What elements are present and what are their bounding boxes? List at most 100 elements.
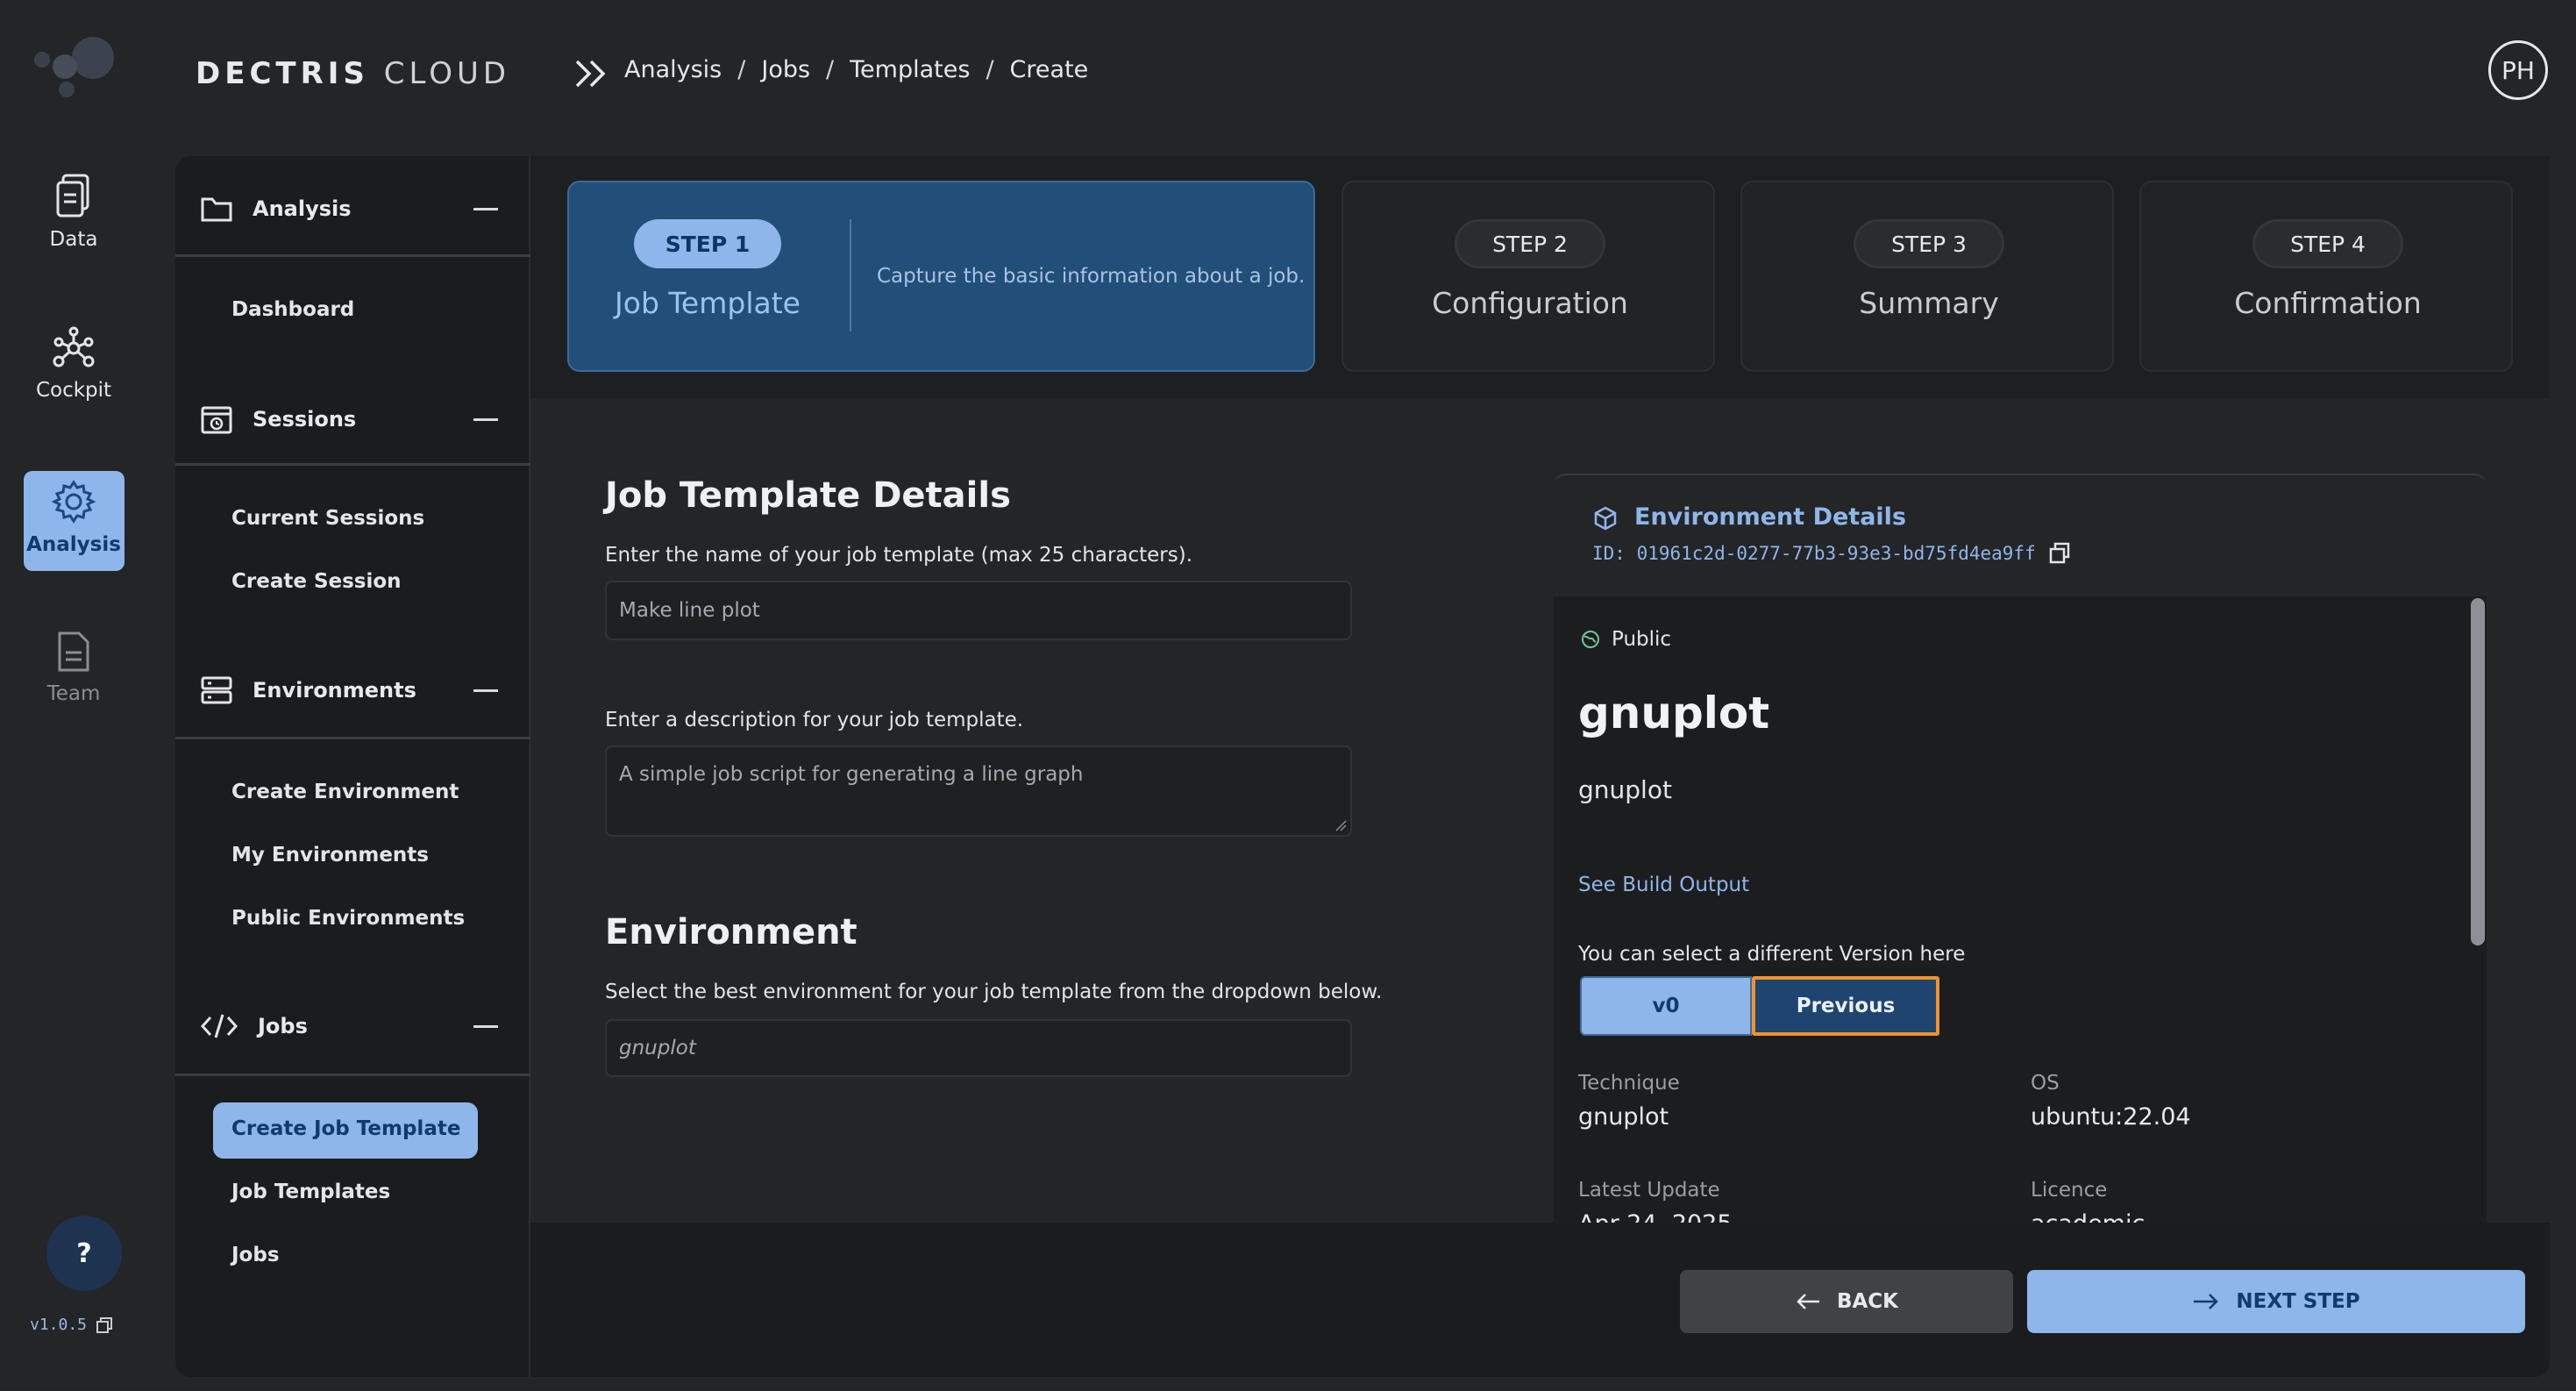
step-pill-1: STEP 1	[634, 219, 781, 268]
step-title-1: Job Template	[615, 286, 801, 320]
sidebar-section-jobs[interactable]: Jobs	[200, 1012, 498, 1040]
sidebar-item-job-templates[interactable]: Job Templates	[231, 1181, 390, 1203]
section-divider	[175, 1074, 530, 1076]
rail-label-cockpit: Cockpit	[35, 379, 112, 402]
arrow-right-icon	[2192, 1291, 2220, 1312]
code-icon	[200, 1012, 238, 1040]
breadcrumb-separator: /	[986, 56, 994, 83]
latest-update-label: Latest Update	[1578, 1179, 1720, 1202]
collapse-icon[interactable]	[473, 1024, 498, 1028]
template-description-value: A simple job script for generating a lin…	[619, 763, 1084, 786]
environment-scrollbar[interactable]	[2471, 598, 2485, 945]
job-template-details-heading: Job Template Details	[605, 475, 1011, 516]
sidebar-item-create-job-template-label[interactable]: Create Job Template	[231, 1117, 460, 1140]
sidebar-section-title: Environments	[253, 678, 416, 703]
breadcrumb-analysis[interactable]: Analysis	[624, 56, 722, 83]
next-step-label: NEXT STEP	[2236, 1290, 2360, 1313]
rail-item-analysis-content[interactable]: Analysis	[0, 479, 147, 556]
sidebar-item-create-session[interactable]: Create Session	[231, 570, 402, 593]
step-card-1[interactable]: STEP 1 Job Template Capture the basic in…	[567, 181, 1315, 372]
licence-label: Licence	[2031, 1179, 2108, 1202]
environment-id-text: ID: 01961c2d-0277-77b3-93e3-bd75fd4ea9ff	[1592, 543, 2036, 564]
help-button[interactable]: ?	[46, 1216, 122, 1291]
back-button[interactable]: BACK	[1680, 1270, 2013, 1333]
breadcrumb: Analysis / Jobs / Templates / Create	[624, 56, 1088, 83]
collapse-icon[interactable]	[473, 417, 498, 421]
collapse-icon[interactable]	[473, 207, 498, 210]
step-card-3[interactable]: STEP 3 Summary	[1740, 181, 2114, 372]
environment-name: gnuplot	[1578, 688, 1770, 738]
section-divider	[175, 254, 530, 257]
sidebar-item-jobs[interactable]: Jobs	[231, 1244, 280, 1266]
version-v0-button[interactable]: v0	[1580, 976, 1752, 1036]
calendar-clock-icon	[200, 403, 233, 435]
environment-select[interactable]: gnuplot	[605, 1019, 1352, 1077]
environment-heading: Environment	[605, 912, 857, 952]
rail-item-team[interactable]: Team	[0, 630, 147, 705]
step-card-4[interactable]: STEP 4 Confirmation	[2139, 181, 2513, 372]
sidebar-section-analysis[interactable]: Analysis	[200, 195, 498, 223]
step-pill-2: STEP 2	[1455, 219, 1605, 268]
rail-label-analysis: Analysis	[26, 533, 121, 556]
document-icon	[54, 174, 93, 219]
brand-logo[interactable]: DECTRIS CLOUD	[196, 56, 510, 91]
technique-label: Technique	[1578, 1072, 1680, 1095]
environment-select-label: Select the best environment for your job…	[605, 981, 1383, 1003]
os-label: OS	[2031, 1072, 2060, 1095]
version-previous-button[interactable]: Previous	[1752, 976, 1939, 1036]
sidebar-section-sessions[interactable]: Sessions	[200, 403, 498, 435]
sidebar-item-public-environments[interactable]: Public Environments	[231, 907, 465, 930]
rail-item-data[interactable]: Data	[0, 174, 147, 251]
breadcrumb-jobs[interactable]: Jobs	[761, 56, 810, 83]
sidebar-item-create-environment[interactable]: Create Environment	[231, 781, 459, 803]
environment-subtitle: gnuplot	[1578, 775, 1672, 804]
rail-label-team: Team	[46, 682, 101, 705]
breadcrumb-separator: /	[737, 56, 746, 83]
environment-id: ID: 01961c2d-0277-77b3-93e3-bd75fd4ea9ff	[1592, 542, 2071, 565]
next-step-button[interactable]: NEXT STEP	[2027, 1270, 2525, 1333]
back-label: BACK	[1836, 1290, 1899, 1313]
sidebar-item-my-environments[interactable]: My Environments	[231, 844, 429, 867]
section-divider	[175, 737, 530, 739]
template-name-value: Make line plot	[619, 599, 760, 622]
brand-main: DECTRIS	[196, 56, 369, 91]
step-pill-3: STEP 3	[1854, 219, 2004, 268]
breadcrumb-templates[interactable]: Templates	[850, 56, 970, 83]
visibility-text: Public	[1612, 628, 1672, 651]
collapse-icon[interactable]	[473, 688, 498, 692]
sidebar-section-title: Analysis	[253, 196, 352, 221]
arrow-left-icon	[1795, 1291, 1821, 1312]
environment-select-value: gnuplot	[619, 1037, 696, 1059]
template-name-label: Enter the name of your job template (max…	[605, 544, 1193, 567]
os-value: ubuntu:22.04	[2031, 1103, 2191, 1131]
step-card-2[interactable]: STEP 2 Configuration	[1341, 181, 1715, 372]
sidebar-item-dashboard[interactable]: Dashboard	[231, 298, 354, 321]
sidebar-section-title: Sessions	[253, 407, 357, 432]
step-divider	[850, 219, 851, 332]
section-divider	[175, 463, 530, 466]
step-title-2: Configuration	[1432, 286, 1628, 320]
sidebar-item-current-sessions[interactable]: Current Sessions	[231, 507, 424, 530]
resize-grip-icon[interactable]	[1334, 819, 1347, 831]
step-description: Capture the basic information about a jo…	[877, 265, 1306, 288]
copy-icon[interactable]	[2048, 542, 2071, 565]
breadcrumb-separator: /	[826, 56, 835, 83]
template-name-input[interactable]: Make line plot	[605, 581, 1352, 640]
sidebar-section-title: Jobs	[258, 1014, 308, 1038]
user-avatar[interactable]: PH	[2488, 40, 2548, 100]
template-description-textarea[interactable]: A simple job script for generating a lin…	[605, 745, 1352, 837]
double-chevron-icon	[573, 58, 608, 89]
rail-item-cockpit[interactable]: Cockpit	[0, 326, 147, 402]
copy-icon[interactable]	[96, 1316, 113, 1334]
environment-details-title: Environment Details	[1634, 503, 1907, 531]
globe-icon	[1580, 629, 1601, 650]
step-title-4: Confirmation	[2234, 286, 2422, 320]
brand-sub: CLOUD	[383, 56, 511, 91]
gear-icon	[51, 479, 96, 524]
sidebar-section-environments[interactable]: Environments	[200, 675, 498, 705]
cube-icon	[1592, 505, 1619, 531]
version-select-label: You can select a different Version here	[1578, 943, 1966, 966]
see-build-output-link[interactable]: See Build Output	[1578, 874, 1749, 896]
folder-icon	[200, 195, 233, 223]
step-title-3: Summary	[1859, 286, 1999, 320]
